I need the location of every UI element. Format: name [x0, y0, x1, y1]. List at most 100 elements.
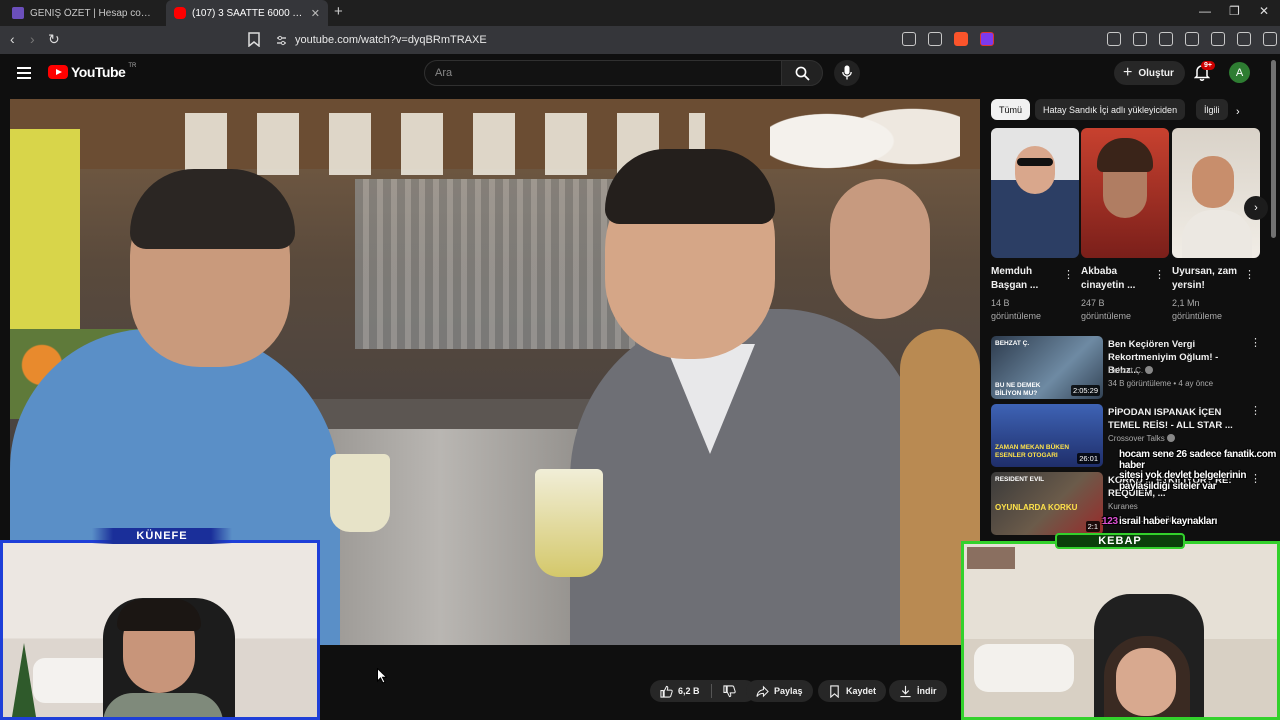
short-face — [1192, 156, 1234, 208]
site-info-icon[interactable] — [276, 35, 287, 46]
forward-icon[interactable]: › — [30, 31, 35, 47]
tab-hesap[interactable]: GENİŞ ÖZET | Hesap com Antalyaspo — [4, 0, 164, 26]
like-dislike-group: 6,2 B — [650, 680, 756, 702]
video-thumbnail[interactable]: BEHZAT Ç. BU NE DEMEK BİLİYON MU? 2:05:2… — [991, 336, 1103, 399]
short-views-word: görüntüleme — [1081, 311, 1132, 321]
video-meta: 34 B görüntüleme • 4 ay önce — [1108, 379, 1214, 388]
save-button[interactable]: Kaydet — [818, 680, 887, 702]
sidebar-icon[interactable] — [1185, 32, 1199, 46]
short-thumbnail[interactable] — [1081, 128, 1169, 258]
tab-youtube-video[interactable]: (107) 3 SAATTE 6000 TL SERİSİ ✕ — [166, 0, 328, 26]
youtube-logo[interactable]: YouTube TR — [48, 63, 137, 80]
more-options-icon[interactable]: ⋮ — [1244, 270, 1255, 281]
download-button[interactable]: İndir — [889, 680, 947, 702]
more-options-icon[interactable]: ⋮ — [1154, 270, 1165, 281]
chat-username-fragment: 123 — [1102, 516, 1118, 527]
logo-country: TR — [128, 63, 137, 69]
streamer-hair — [117, 599, 201, 631]
download-label: İndir — [917, 686, 937, 696]
cast-icon[interactable] — [902, 32, 916, 46]
chat-message: hocam sene 26 sadece fanatik.com haber — [1119, 449, 1277, 471]
video-title[interactable]: PİPODAN ISPANAK İÇEN TEMEL REİS! - ALL S… — [1108, 406, 1246, 432]
youtube-header: YouTube TR + Oluştur 9+ A — [0, 54, 1280, 94]
toolbar-icons-left — [902, 32, 994, 46]
short-shirt — [1182, 210, 1252, 258]
share-button[interactable]: Paylaş — [746, 680, 813, 702]
person-right-hair — [605, 149, 775, 224]
shorts-next-icon[interactable]: › — [1244, 196, 1268, 220]
left-webcam — [0, 540, 320, 720]
short-title[interactable]: Memduh Başgan ... — [991, 265, 1065, 293]
channel-name[interactable]: Behzat Ç. — [1108, 366, 1154, 375]
create-button[interactable]: + Oluştur — [1114, 61, 1185, 85]
channel-name[interactable]: Kuranes — [1108, 502, 1138, 511]
minimize-icon[interactable]: — — [1199, 4, 1211, 18]
brave-rewards-icon[interactable] — [980, 32, 994, 46]
close-tab-icon[interactable]: ✕ — [311, 7, 320, 20]
chips-next-icon[interactable]: › — [1236, 106, 1240, 118]
like-divider — [710, 684, 712, 698]
more-options-icon[interactable]: ⋮ — [1250, 338, 1261, 349]
media-icon[interactable] — [1159, 32, 1173, 46]
video-duration: 2:1 — [1085, 521, 1100, 532]
verified-icon — [1145, 366, 1154, 374]
video-thumbnail[interactable]: ZAMAN MEKAN BÜKEN ESENLER OTOGARI 26:01 — [991, 404, 1103, 467]
page-scrollbar[interactable] — [1271, 60, 1276, 238]
new-tab-icon[interactable]: + — [334, 3, 343, 20]
youtube-favicon-icon — [174, 7, 186, 19]
youtube-play-logo-icon — [48, 65, 68, 79]
chip-uploader[interactable]: Hatay Sandık İçi adlı yükleyiciden — [1035, 99, 1186, 120]
leo-ai-icon[interactable] — [1237, 32, 1251, 46]
short-views-count: 247 B — [1081, 298, 1105, 308]
thumbs-up-icon[interactable] — [660, 685, 673, 698]
video-thumbnail[interactable]: RESIDENT EVIL OYUNLARDA KORKU 2:1 — [991, 472, 1103, 535]
short-views-count: 14 B — [991, 298, 1010, 308]
chat-message: israil haber kaynakları — [1119, 516, 1218, 527]
brave-shield-icon[interactable] — [954, 32, 968, 46]
restore-icon[interactable]: ❐ — [1229, 4, 1240, 18]
bookmark-save-icon — [830, 684, 839, 698]
share-page-icon[interactable] — [928, 32, 942, 46]
logo-wordmark: YouTube — [71, 64, 126, 80]
address-bar[interactable]: youtube.com/watch?v=dyqBRmTRAXE — [268, 29, 898, 51]
search-icon — [795, 66, 810, 81]
search-input[interactable] — [435, 67, 781, 79]
sofa — [974, 644, 1074, 692]
voice-search-button[interactable] — [834, 60, 860, 86]
thumbnail-text: BEHZAT Ç. — [995, 340, 1030, 347]
bookmark-icon[interactable] — [248, 32, 260, 47]
short-views-count: 2,1 Mn — [1172, 298, 1200, 308]
guide-menu-icon[interactable] — [17, 67, 31, 79]
extensions-icon[interactable] — [1107, 32, 1121, 46]
short-views: 2,1 Mn görüntüleme — [1172, 297, 1252, 323]
thumbs-down-icon[interactable] — [722, 684, 736, 698]
short-thumbnail[interactable] — [991, 128, 1079, 258]
chip-related[interactable]: İlgili — [1196, 99, 1228, 120]
more-options-icon[interactable]: ⋮ — [1063, 270, 1074, 281]
wallet-icon[interactable] — [1211, 32, 1225, 46]
short-thumbnail[interactable] — [1172, 128, 1260, 258]
account-avatar[interactable]: A — [1229, 62, 1250, 83]
video-duration: 26:01 — [1077, 453, 1100, 464]
short-sunglasses — [1017, 158, 1053, 166]
recommended-video[interactable]: BEHZAT Ç. BU NE DEMEK BİLİYON MU? 2:05:2… — [991, 336, 1261, 400]
search-button[interactable] — [781, 60, 823, 86]
tab-label: (107) 3 SAATTE 6000 TL SERİSİ — [192, 7, 305, 19]
more-options-icon[interactable]: ⋮ — [1250, 406, 1261, 417]
channel-name[interactable]: Crossover Talks — [1108, 434, 1175, 443]
close-window-icon[interactable]: ✕ — [1259, 4, 1269, 18]
search-box[interactable] — [424, 60, 782, 86]
url-text: youtube.com/watch?v=dyqBRmTRAXE — [295, 34, 487, 46]
video-duration: 2:05:29 — [1070, 385, 1100, 396]
chip-all[interactable]: Tümü — [991, 99, 1031, 120]
screenshot-icon[interactable] — [1133, 32, 1147, 46]
ice-cream-cup-right — [535, 469, 603, 577]
download-icon — [900, 685, 911, 697]
right-webcam — [961, 541, 1280, 720]
like-count[interactable]: 6,2 B — [678, 686, 700, 696]
back-icon[interactable]: ‹ — [10, 31, 15, 47]
short-title[interactable]: Uyursan, zam yersin! — [1172, 265, 1246, 293]
vpn-icon[interactable] — [1263, 32, 1277, 46]
short-title[interactable]: Akbaba cinayetin ... — [1081, 265, 1155, 293]
reload-icon[interactable]: ↻ — [48, 31, 60, 48]
